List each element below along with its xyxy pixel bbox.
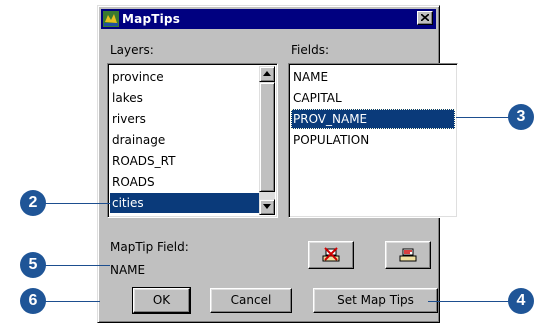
maptips-dialog: MapTips Layers: Fields: province lakes r… xyxy=(97,5,458,323)
callout-2: 2 xyxy=(20,190,46,216)
title-bar[interactable]: MapTips xyxy=(101,9,436,29)
callout-line-2 xyxy=(40,203,110,204)
clear-maptip-button[interactable] xyxy=(308,241,354,269)
list-item[interactable]: ROADS_RT xyxy=(110,151,260,171)
list-item[interactable]: CAPITAL xyxy=(291,88,455,108)
maptip-field-value: NAME xyxy=(110,263,146,277)
ok-button[interactable]: OK xyxy=(132,287,191,314)
window-title: MapTips xyxy=(122,12,181,26)
callout-6: 6 xyxy=(20,288,46,314)
maptip-field-label: MapTip Field: xyxy=(110,240,189,254)
callout-line-3 xyxy=(456,117,516,118)
callout-line-5 xyxy=(40,265,110,266)
callout-5: 5 xyxy=(20,252,46,278)
layers-scrollbar[interactable] xyxy=(259,66,275,215)
list-item[interactable]: NAME xyxy=(291,67,455,87)
fields-listbox[interactable]: NAME CAPITAL PROV_NAME POPULATION xyxy=(288,63,458,218)
layers-label: Layers: xyxy=(110,43,154,57)
list-item[interactable]: ROADS xyxy=(110,172,260,192)
close-icon xyxy=(421,14,429,21)
list-item[interactable]: lakes xyxy=(110,88,260,108)
scroll-up-button[interactable] xyxy=(259,66,275,82)
callout-line-6 xyxy=(40,301,100,302)
fields-label: Fields: xyxy=(291,43,329,57)
cancel-button[interactable]: Cancel xyxy=(210,288,292,313)
close-button[interactable] xyxy=(417,11,433,25)
list-item-selected[interactable]: cities xyxy=(110,193,260,213)
callout-3: 3 xyxy=(508,104,534,130)
set-maptip-button[interactable] xyxy=(385,241,431,269)
clear-maptip-icon xyxy=(322,247,340,262)
layers-listbox[interactable]: province lakes rivers drainage ROADS_RT … xyxy=(107,63,278,218)
scroll-down-icon xyxy=(263,204,271,209)
scroll-thumb[interactable] xyxy=(259,82,275,192)
set-map-tips-button[interactable]: Set Map Tips xyxy=(313,288,438,313)
callout-line-4 xyxy=(428,301,518,302)
list-item[interactable]: province xyxy=(110,67,260,87)
list-item[interactable]: rivers xyxy=(110,109,260,129)
list-item-selected[interactable]: PROV_NAME xyxy=(291,109,455,129)
set-maptip-icon xyxy=(399,248,417,262)
scroll-up-icon xyxy=(263,71,271,76)
list-item[interactable]: drainage xyxy=(110,130,260,150)
scroll-down-button[interactable] xyxy=(259,199,275,215)
maptips-app-icon xyxy=(103,11,119,27)
list-item[interactable]: POPULATION xyxy=(291,130,455,150)
callout-4: 4 xyxy=(508,288,534,314)
